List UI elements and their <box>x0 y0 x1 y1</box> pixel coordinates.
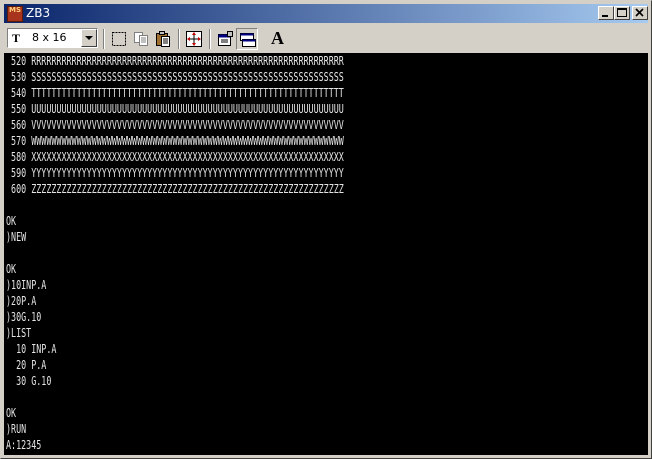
terminal-line: 600 ZZZZZZZZZZZZZZZZZZZZZZZZZZZZZZZZZZZZ… <box>6 181 344 196</box>
truetype-icon: T <box>12 31 21 45</box>
terminal-line: 10 INP.A <box>6 341 57 356</box>
mark-button[interactable] <box>108 28 130 50</box>
chevron-down-icon <box>85 36 93 40</box>
font-size-dropdown-button[interactable] <box>81 29 97 47</box>
terminal-line: 560 VVVVVVVVVVVVVVVVVVVVVVVVVVVVVVVVVVVV… <box>6 117 344 132</box>
copy-icon <box>134 32 148 46</box>
toolbar: T 8 x 16 A <box>4 25 648 53</box>
properties-button[interactable] <box>214 28 236 50</box>
title-bar[interactable]: MS ZB3 <box>4 4 648 23</box>
toolbar-separator <box>209 29 211 49</box>
terminal-line: OK <box>6 405 17 420</box>
app-icon-label: MS <box>8 6 21 14</box>
terminal-line: )LIST <box>6 325 32 340</box>
terminal-line: )10INP.A <box>6 277 47 292</box>
select-icon <box>112 32 126 46</box>
paste-icon <box>156 31 170 47</box>
terminal-screen[interactable]: 520 RRRRRRRRRRRRRRRRRRRRRRRRRRRRRRRRRRRR… <box>4 53 648 455</box>
minimize-button[interactable] <box>598 6 614 20</box>
terminal-line: OK <box>6 213 17 228</box>
terminal-line: 30 G.10 <box>6 373 52 388</box>
terminal-line: 580 XXXXXXXXXXXXXXXXXXXXXXXXXXXXXXXXXXXX… <box>6 149 344 164</box>
minimize-icon <box>602 15 608 17</box>
maximize-button[interactable] <box>614 6 630 20</box>
terminal-line: )NEW <box>6 229 27 244</box>
font-icon: A <box>271 28 284 48</box>
terminal-line: )RUN <box>6 421 27 436</box>
terminal-line: A:12345 <box>6 437 42 452</box>
close-icon <box>635 8 644 17</box>
properties-icon <box>218 31 233 46</box>
terminal-line: )30G.10 <box>6 309 42 324</box>
toolbar-separator <box>178 29 180 49</box>
terminal-line: 550 UUUUUUUUUUUUUUUUUUUUUUUUUUUUUUUUUUUU… <box>6 101 344 116</box>
toolbar-separator <box>103 29 105 49</box>
app-window: MS ZB3 T 8 x 16 A 520 RRRRRRRRRRRRRRRRRR… <box>0 0 652 459</box>
app-icon[interactable]: MS <box>7 6 23 22</box>
close-button[interactable] <box>632 6 648 20</box>
fullscreen-button[interactable] <box>183 28 205 50</box>
maximize-icon <box>617 8 627 17</box>
font-button[interactable]: A <box>268 28 290 50</box>
terminal-line: 570 WWWWWWWWWWWWWWWWWWWWWWWWWWWWWWWWWWWW… <box>6 133 344 148</box>
terminal-line: )20P.A <box>6 293 37 308</box>
font-size-value: 8 x 16 <box>32 31 67 44</box>
copy-button[interactable] <box>130 28 152 50</box>
window-mode-button[interactable] <box>236 28 258 50</box>
paste-button[interactable] <box>152 28 174 50</box>
terminal-line: 520 RRRRRRRRRRRRRRRRRRRRRRRRRRRRRRRRRRRR… <box>6 53 344 68</box>
terminal-line: 540 TTTTTTTTTTTTTTTTTTTTTTTTTTTTTTTTTTTT… <box>6 85 344 100</box>
font-size-select[interactable]: T 8 x 16 <box>7 28 98 48</box>
fullscreen-icon <box>186 31 202 47</box>
window-title: ZB3 <box>26 6 51 20</box>
window-icon <box>240 33 256 47</box>
terminal-line: OK <box>6 261 17 276</box>
terminal-line: 530 SSSSSSSSSSSSSSSSSSSSSSSSSSSSSSSSSSSS… <box>6 69 344 84</box>
terminal-line: 590 YYYYYYYYYYYYYYYYYYYYYYYYYYYYYYYYYYYY… <box>6 165 344 180</box>
terminal-line: 20 P.A <box>6 357 47 372</box>
